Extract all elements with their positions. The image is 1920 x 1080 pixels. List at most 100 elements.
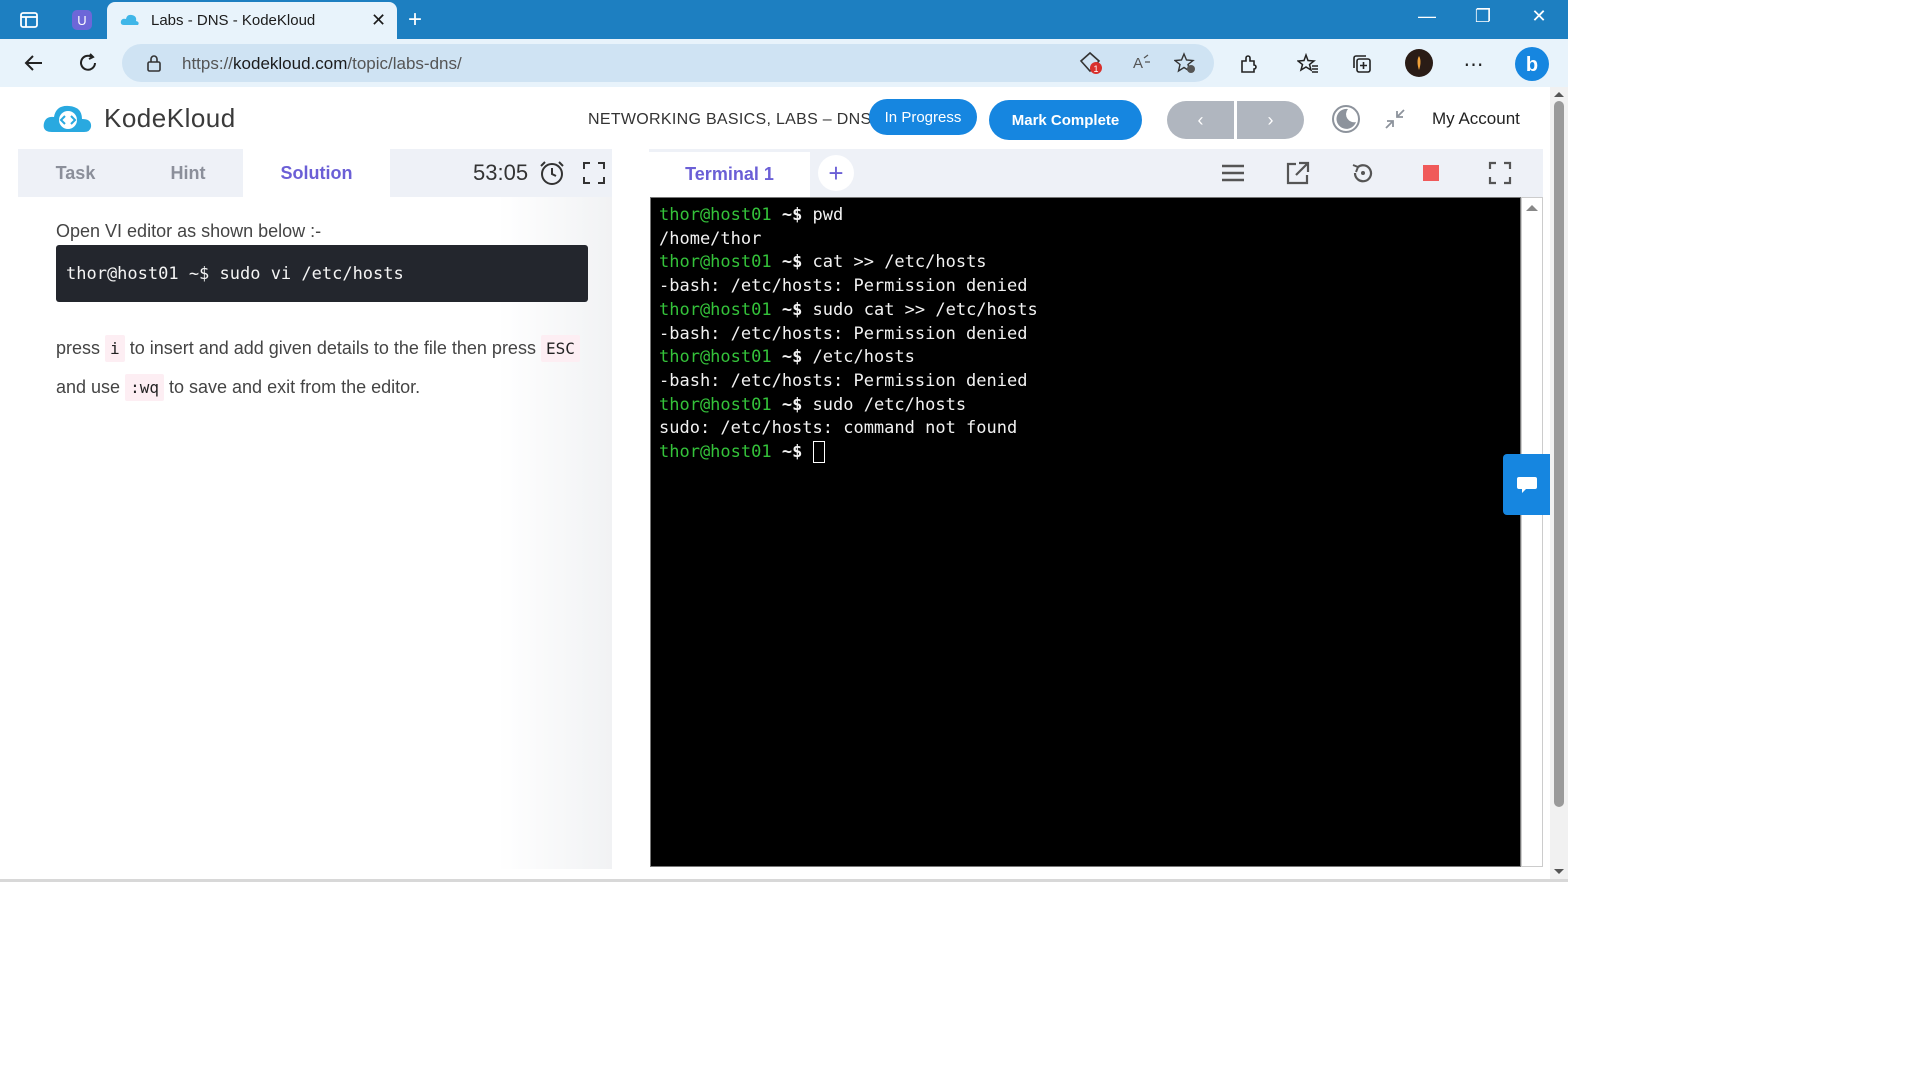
- inline-code: ESC: [540, 335, 580, 362]
- instruction-tabs: Task Hint Solution 53:05: [18, 149, 612, 197]
- terminal-line: sudo: /etc/hosts: command not found: [659, 417, 1038, 441]
- minimize-icon[interactable]: —: [1412, 6, 1442, 27]
- prompt-symbol: ~$: [771, 442, 813, 463]
- tracking-prevention-icon[interactable]: 1: [1078, 50, 1104, 76]
- instruction-paragraph: press i to insert and add given details …: [56, 329, 596, 407]
- dark-mode-icon[interactable]: [1330, 103, 1362, 135]
- next-lesson-button[interactable]: ›: [1237, 101, 1304, 139]
- page-scrollbar-thumb[interactable]: [1554, 101, 1564, 807]
- page-scroll-down-icon[interactable]: [1550, 867, 1568, 877]
- more-icon[interactable]: ⋯: [1461, 51, 1487, 77]
- tab-title: Labs - DNS - KodeKloud: [151, 12, 316, 29]
- terminal-line: thor@host01 ~$ sudo /etc/hosts: [659, 394, 1038, 418]
- inline-code: :wq: [125, 374, 164, 401]
- add-favorite-icon[interactable]: [1172, 50, 1198, 76]
- terminal-line: -bash: /etc/hosts: Permission denied: [659, 323, 1038, 347]
- tab-task[interactable]: Task: [18, 149, 133, 197]
- svg-text:b: b: [1526, 54, 1538, 76]
- para-text: to insert and add given details to the f…: [129, 338, 536, 358]
- plus-icon[interactable]: +: [408, 6, 422, 34]
- terminal-line: -bash: /etc/hosts: Permission denied: [659, 275, 1038, 299]
- tab-hint[interactable]: Hint: [133, 149, 243, 197]
- url-domain: kodekloud.com: [233, 54, 348, 73]
- favorites-icon[interactable]: [1295, 51, 1321, 77]
- previous-lesson-button[interactable]: ‹: [1167, 101, 1234, 139]
- my-account-link[interactable]: My Account: [1432, 109, 1520, 129]
- output-text: -bash: /etc/hosts: Permission denied: [659, 323, 1028, 344]
- collections-icon[interactable]: [1349, 51, 1375, 77]
- reset-icon[interactable]: [1347, 157, 1379, 189]
- address-toolbar: https://kodekloud.com/topic/labs-dns/ 1 …: [0, 39, 1568, 87]
- url-text[interactable]: https://kodekloud.com/topic/labs-dns/: [182, 54, 462, 74]
- terminal-scrollbar[interactable]: [1521, 197, 1543, 867]
- para-text: to save and exit from the editor.: [169, 377, 421, 397]
- menu-icon[interactable]: [1217, 157, 1249, 189]
- terminal-line: -bash: /etc/hosts: Permission denied: [659, 370, 1038, 394]
- page-scrollbar[interactable]: [1550, 87, 1568, 882]
- url-path: /topic/labs-dns/: [347, 54, 462, 73]
- kodekloud-favicon: [120, 12, 140, 33]
- para-text: press: [56, 338, 101, 358]
- prompt-user: thor@host01: [659, 299, 772, 320]
- browser-tab-bar: U Labs - DNS - KodeKloud ✕ + — ❐ ✕: [0, 0, 1568, 39]
- refresh-icon[interactable]: [74, 49, 102, 77]
- url-prefix: https://: [182, 54, 234, 73]
- copilot-icon[interactable]: b: [1514, 46, 1550, 82]
- chat-widget-button[interactable]: [1503, 454, 1550, 515]
- instructions-panel: Task Hint Solution 53:05 Open VI editor …: [18, 149, 612, 869]
- instruction-text: Open VI editor as shown below :-: [56, 221, 322, 241]
- tab-terminal-1[interactable]: Terminal 1: [649, 152, 810, 197]
- fullscreen-icon[interactable]: [582, 161, 606, 190]
- status-badge: In Progress: [869, 99, 977, 135]
- stop-icon[interactable]: [1415, 157, 1447, 189]
- prompt-user: thor@host01: [659, 347, 772, 368]
- mark-complete-button[interactable]: Mark Complete: [989, 100, 1142, 140]
- para-text: and use: [56, 377, 121, 397]
- scroll-up-icon[interactable]: [1522, 202, 1542, 214]
- command-text: sudo /etc/hosts: [812, 394, 967, 415]
- terminal-line: thor@host01 ~$ /etc/hosts: [659, 346, 1038, 370]
- logo-text: KodeKloud: [104, 102, 236, 133]
- extensions-icon[interactable]: [1236, 51, 1262, 77]
- svg-text:A: A: [1133, 55, 1143, 72]
- window-close-icon[interactable]: ✕: [1524, 6, 1554, 27]
- workspaces-icon[interactable]: U: [69, 7, 95, 33]
- add-terminal-button[interactable]: +: [818, 155, 854, 191]
- lock-icon[interactable]: [146, 54, 162, 77]
- prompt-user: thor@host01: [659, 442, 772, 463]
- read-aloud-icon[interactable]: A: [1128, 50, 1154, 76]
- output-text: /home/thor: [659, 228, 762, 249]
- prompt-user: thor@host01: [659, 205, 772, 225]
- open-external-icon[interactable]: [1282, 157, 1314, 189]
- prompt-symbol: ~$: [771, 347, 813, 368]
- terminal-line: thor@host01 ~$ cat >> /etc/hosts: [659, 251, 1038, 275]
- prompt-symbol: ~$: [771, 394, 813, 415]
- collapse-icon[interactable]: [1379, 103, 1411, 135]
- terminal-line: thor@host01 ~$: [659, 441, 1038, 465]
- back-icon[interactable]: [20, 49, 48, 77]
- prompt-symbol: ~$: [771, 299, 813, 320]
- url-bar[interactable]: https://kodekloud.com/topic/labs-dns/ 1 …: [122, 44, 1214, 82]
- terminal-lines: thor@host01 ~$ pwd/home/thor thor@host01 …: [659, 204, 1038, 465]
- output-text: -bash: /etc/hosts: Permission denied: [659, 276, 1028, 297]
- terminal-output[interactable]: thor@host01 ~$ pwd/home/thor thor@host01 …: [650, 197, 1521, 867]
- command-text: cat >> /etc/hosts: [812, 252, 987, 273]
- terminal-toolbar: Terminal 1 +: [649, 149, 1543, 197]
- page-bottom-border: [0, 879, 1568, 882]
- svg-text:U: U: [77, 13, 86, 28]
- course-title: NETWORKING BASICS, LABS – DNS: [588, 111, 872, 128]
- tab-actions-icon[interactable]: [16, 7, 42, 33]
- prompt-user: thor@host01: [659, 394, 772, 415]
- browser-tab-active[interactable]: Labs - DNS - KodeKloud ✕: [107, 2, 397, 39]
- profile-avatar[interactable]: [1404, 48, 1434, 78]
- lab-timer: 53:05: [473, 160, 529, 185]
- restore-icon[interactable]: ❐: [1468, 6, 1498, 27]
- terminal-cursor: [812, 441, 825, 464]
- terminal-fullscreen-icon[interactable]: [1484, 157, 1516, 189]
- kodekloud-logo[interactable]: KodeKloud: [42, 101, 236, 135]
- tab-solution[interactable]: Solution: [243, 149, 390, 197]
- terminal-line: thor@host01 ~$ sudo cat >> /etc/hosts: [659, 299, 1038, 323]
- page-scroll-up-icon[interactable]: [1550, 89, 1568, 99]
- output-text: sudo: /etc/hosts: command not found: [659, 418, 1018, 439]
- close-icon[interactable]: ✕: [371, 10, 386, 31]
